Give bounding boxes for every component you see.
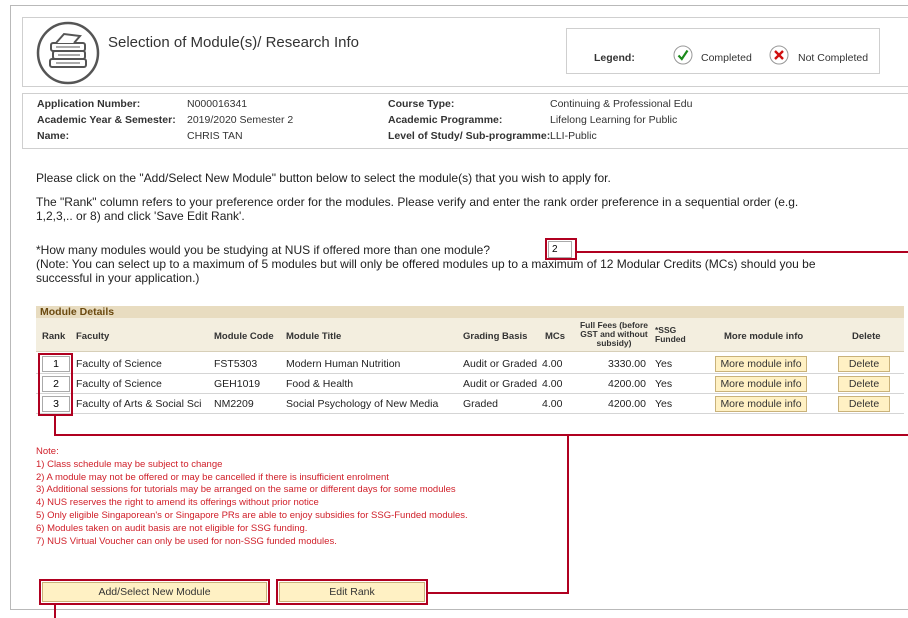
module-code-cell: NM2209 xyxy=(214,398,254,410)
module-details-caption: Module Details xyxy=(36,306,904,318)
fees-cell: 4200.00 xyxy=(608,398,646,410)
more-module-info-button[interactable]: More module info xyxy=(715,356,807,372)
more-module-info-button[interactable]: More module info xyxy=(715,376,807,392)
applicant-info-panel: Application Number: N000016341 Academic … xyxy=(22,93,908,149)
fees-cell: 3330.00 xyxy=(608,358,646,370)
add-module-highlight xyxy=(39,579,270,605)
col-grading-basis: Grading Basis xyxy=(463,331,528,342)
page-title: Selection of Module(s)/ Research Info xyxy=(108,34,359,51)
module-count-callout-line xyxy=(577,251,908,253)
max-modules-note-line1: (Note: You can select up to a maximum of… xyxy=(36,257,816,271)
module-title-cell: Modern Human Nutrition xyxy=(286,358,401,370)
academic-programme-value: Lifelong Learning for Public xyxy=(550,114,678,126)
module-title-cell: Social Psychology of New Media xyxy=(286,398,439,410)
max-modules-note-line2: successful in your application.) xyxy=(36,271,200,285)
module-code-cell: GEH1019 xyxy=(214,378,261,390)
modules-question: *How many modules would you be studying … xyxy=(36,243,491,257)
grading-basis-cell: Audit or Graded xyxy=(463,378,538,390)
instruction-text: Please click on the "Add/Select New Modu… xyxy=(36,171,611,185)
note-item: 7) NUS Virtual Voucher can only be used … xyxy=(36,535,337,547)
note-item: 2) A module may not be offered or may be… xyxy=(36,471,389,483)
edit-rank-callout-drop xyxy=(567,434,569,594)
legend-completed-text: Completed xyxy=(701,52,752,64)
grading-basis-cell: Graded xyxy=(463,398,499,410)
level-of-study-label: Level of Study/ Sub-programme: xyxy=(388,130,551,142)
col-full-fees-line3: subsidy) xyxy=(596,338,632,348)
note-item: 1) Class schedule may be subject to chan… xyxy=(36,458,223,470)
module-count-highlight xyxy=(545,238,577,260)
note-item: 6) Modules taken on audit basis are not … xyxy=(36,522,308,534)
name-label: Name: xyxy=(37,130,70,142)
academic-year-label: Academic Year & Semester: xyxy=(37,114,176,126)
ssg-funded-cell: Yes xyxy=(655,358,673,370)
module-code-cell: FST5303 xyxy=(214,358,258,370)
course-type-label: Course Type: xyxy=(388,98,455,110)
mcs-cell: 4.00 xyxy=(542,358,563,370)
legend-label: Legend: xyxy=(594,52,635,64)
notes-list: Note: 1) Class schedule may be subject t… xyxy=(36,446,468,548)
name-value: CHRIS TAN xyxy=(187,130,243,142)
module-title-cell: Food & Health xyxy=(286,378,354,390)
fees-cell: 4200.00 xyxy=(608,378,646,390)
col-rank: Rank xyxy=(42,331,66,342)
module-table-header: Rank Faculty Module Code Module Title Gr… xyxy=(36,318,904,352)
delete-button[interactable]: Delete xyxy=(838,376,890,392)
faculty-cell: Faculty of Science xyxy=(76,358,162,370)
rank-explanation-line1: The "Rank" column refers to your prefere… xyxy=(36,195,799,209)
grading-basis-cell: Audit or Graded xyxy=(463,358,538,370)
notes-heading: Note: xyxy=(36,446,59,457)
faculty-cell: Faculty of Science xyxy=(76,378,162,390)
col-delete: Delete xyxy=(852,331,881,342)
legend-not-completed-text: Not Completed xyxy=(798,52,869,64)
ssg-funded-cell: Yes xyxy=(655,378,673,390)
academic-programme-label: Academic Programme: xyxy=(388,114,503,126)
col-ssg-line2: Funded xyxy=(655,334,686,344)
note-item: 4) NUS reserves the right to amend its o… xyxy=(36,497,319,509)
application-number-value: N000016341 xyxy=(187,98,248,110)
edit-rank-callout-join xyxy=(426,592,569,594)
legend: Legend: Completed Not Completed xyxy=(566,28,880,74)
level-of-study-value: LLI-Public xyxy=(550,130,597,142)
academic-year-value: 2019/2020 Semester 2 xyxy=(187,114,294,126)
table-row: Faculty of Science FST5303 Modern Human … xyxy=(36,354,904,374)
table-row: Faculty of Arts & Social Sci NM2209 Soci… xyxy=(36,394,904,414)
rank-explanation-line2: 1,2,3,.. or 8) and click 'Save Edit Rank… xyxy=(36,209,245,223)
col-mcs: MCs xyxy=(545,331,566,342)
application-number-label: Application Number: xyxy=(37,98,141,110)
mcs-cell: 4.00 xyxy=(542,378,563,390)
col-more-info: More module info xyxy=(724,331,804,342)
note-item: 3) Additional sessions for tutorials may… xyxy=(36,484,456,496)
col-module-title: Module Title xyxy=(286,331,342,342)
mcs-cell: 4.00 xyxy=(542,398,563,410)
check-icon xyxy=(673,45,693,65)
col-module-code: Module Code xyxy=(214,331,274,342)
add-module-callout-line xyxy=(54,605,56,618)
faculty-cell: Faculty of Arts & Social Sci xyxy=(76,398,202,410)
edit-rank-highlight xyxy=(276,579,428,605)
rank-callout-drop xyxy=(54,416,56,436)
rank-column-highlight xyxy=(38,353,73,416)
ssg-funded-cell: Yes xyxy=(655,398,673,410)
delete-button[interactable]: Delete xyxy=(838,356,890,372)
books-icon xyxy=(36,21,100,85)
course-type-value: Continuing & Professional Edu xyxy=(550,98,693,110)
delete-button[interactable]: Delete xyxy=(838,396,890,412)
x-icon xyxy=(769,45,789,65)
page: Selection of Module(s)/ Research Info Le… xyxy=(0,0,908,618)
table-row: Faculty of Science GEH1019 Food & Health… xyxy=(36,374,904,394)
more-module-info-button[interactable]: More module info xyxy=(715,396,807,412)
note-item: 5) Only eligible Singaporean's or Singap… xyxy=(36,509,468,521)
col-faculty: Faculty xyxy=(76,331,110,342)
rank-callout-line xyxy=(54,434,908,436)
